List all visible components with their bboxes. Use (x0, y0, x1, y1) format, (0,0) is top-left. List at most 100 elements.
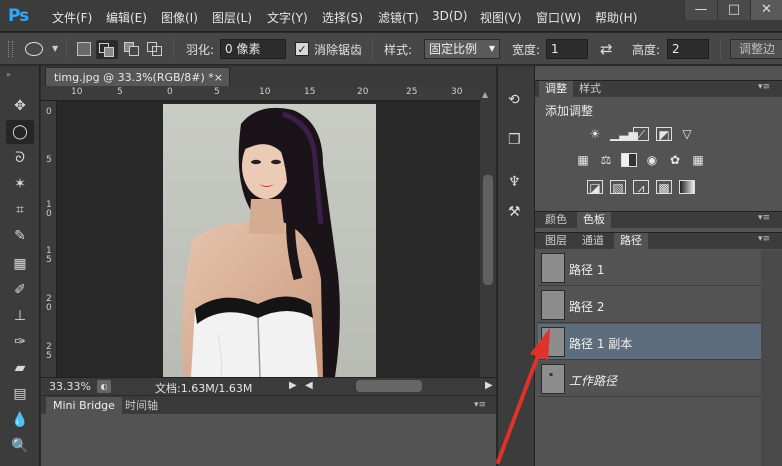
close-window-button[interactable]: ✕ (750, 0, 782, 20)
crop-tool-icon[interactable]: ⌗ (6, 198, 34, 222)
mini-bridge-panel (41, 414, 496, 466)
canvas-area[interactable] (57, 101, 480, 377)
selective-color-icon[interactable]: ▩ (656, 180, 672, 195)
status-menu-arrow-icon[interactable]: ▶ (289, 380, 297, 391)
panel-menu-icon[interactable]: ▾≡ (758, 213, 770, 223)
panel-menu-icon[interactable]: ▾≡ (758, 82, 770, 92)
menu-view[interactable]: 视图(V) (480, 9, 522, 26)
add-selection-icon-b (104, 47, 114, 57)
ruler-tick: 10 (259, 87, 271, 97)
ruler-tick: 0 (46, 107, 52, 117)
menu-type[interactable]: 文字(Y) (267, 9, 308, 26)
path-name: 路径 2 (569, 300, 605, 314)
tab-layers[interactable]: 图层 (539, 233, 573, 249)
scroll-up-icon[interactable]: ▲ (482, 90, 488, 99)
threshold-icon[interactable]: ⩘ (633, 180, 649, 195)
swap-icon[interactable]: ⇄ (600, 40, 613, 58)
menu-image[interactable]: 图像(I) (161, 9, 198, 26)
posterize-icon[interactable]: ▧ (610, 180, 626, 195)
divider (66, 39, 67, 59)
gradient-map-icon[interactable] (679, 180, 695, 194)
curves-icon[interactable]: ⟋ (633, 127, 649, 142)
width-input[interactable]: 1 (546, 39, 588, 59)
levels-icon[interactable]: ▁▃▅ (610, 127, 638, 141)
history-icon[interactable]: ⟲ (508, 92, 520, 108)
eyedropper-tool-icon[interactable]: ✎ (6, 224, 34, 248)
menu-3d[interactable]: 3D(D) (432, 9, 467, 23)
feather-input[interactable]: 0 像素 (220, 39, 286, 59)
move-tool-icon[interactable]: ✥ (6, 94, 34, 118)
horizontal-scroll-thumb[interactable] (356, 380, 422, 392)
tab-swatches[interactable]: 色板 (577, 212, 611, 228)
brightness-contrast-icon[interactable]: ☀ (587, 127, 603, 141)
zoom-level[interactable]: 33.33% (49, 380, 91, 393)
history-brush-tool-icon[interactable]: ✑ (6, 330, 34, 354)
feather-label: 羽化: (186, 43, 215, 57)
add-selection-button[interactable] (96, 40, 118, 59)
tab-styles[interactable]: 样式 (573, 81, 607, 97)
tab-color[interactable]: 颜色 (539, 212, 573, 228)
menu-filter[interactable]: 滤镜(T) (378, 9, 419, 26)
panel-menu-icon[interactable]: ▾≡ (758, 234, 770, 244)
menu-select[interactable]: 选择(S) (322, 9, 363, 26)
path-name: 工作路径 (569, 374, 618, 388)
panel-menu-icon[interactable]: ▾≡ (474, 400, 486, 410)
antialias-checkbox[interactable]: ✓ (295, 42, 309, 56)
tool-presets-icon[interactable]: ⚒ (508, 204, 521, 220)
vertical-scroll-thumb[interactable] (483, 175, 493, 285)
channel-mixer-icon[interactable]: ✿ (667, 153, 683, 167)
collapse-icon[interactable]: » (6, 70, 11, 79)
brush-tool-icon[interactable]: ✐ (6, 278, 34, 302)
elliptical-marquee-tool-icon[interactable]: ◯ (6, 120, 34, 144)
clone-stamp-tool-icon[interactable]: ⊥ (6, 304, 34, 328)
hue-saturation-icon[interactable]: ▦ (575, 153, 591, 167)
eraser-tool-icon[interactable]: ▰ (6, 356, 34, 380)
status-info-icon[interactable]: ◐ (97, 380, 111, 393)
dodge-tool-icon[interactable]: 🔍 (6, 434, 34, 458)
3d-cube-icon[interactable]: ❒ (508, 132, 521, 148)
ruler-tick: 25 (406, 87, 418, 97)
new-selection-icon[interactable] (77, 42, 91, 56)
gradient-tool-icon[interactable]: ▤ (6, 382, 34, 406)
document-tab[interactable]: timg.jpg @ 33.3%(RGB/8#) * × (45, 67, 230, 86)
elliptical-marquee-icon[interactable] (25, 42, 43, 56)
healing-brush-tool-icon[interactable]: ▦ (6, 252, 34, 276)
refine-edge-button[interactable]: 调整边 (730, 39, 782, 59)
list-item[interactable]: ▪ 工作路径 (538, 361, 761, 397)
menu-layer[interactable]: 图层(L) (212, 9, 252, 26)
tab-paths[interactable]: 路径 (614, 233, 648, 249)
intersect-selection-icon[interactable] (147, 42, 163, 56)
invert-icon[interactable]: ◪ (587, 180, 603, 195)
list-item-selected[interactable]: 路径 1 副本 (538, 324, 761, 360)
menu-edit[interactable]: 编辑(E) (106, 9, 147, 26)
menu-file[interactable]: 文件(F) (52, 9, 92, 26)
subtract-selection-icon[interactable] (124, 42, 140, 56)
blur-tool-icon[interactable]: 💧 (6, 408, 34, 432)
tab-channels[interactable]: 通道 (576, 233, 610, 249)
menu-help[interactable]: 帮助(H) (595, 9, 637, 26)
vibrance-icon[interactable]: ▽ (679, 127, 695, 141)
lasso-tool-icon[interactable]: ᘐ (6, 146, 34, 170)
tab-mini-bridge[interactable]: Mini Bridge (46, 397, 122, 414)
ruler-tick: 1 5 (46, 246, 52, 265)
color-lookup-icon[interactable]: ▦ (690, 153, 706, 167)
tab-timeline[interactable]: 时间轴 (118, 397, 165, 414)
brush-presets-icon[interactable]: ♆ (508, 174, 521, 190)
black-white-icon[interactable] (621, 153, 637, 167)
list-item[interactable]: 路径 2 (538, 287, 761, 323)
tab-adjustments[interactable]: 调整 (539, 81, 573, 97)
exposure-icon[interactable]: ◩ (656, 127, 672, 142)
paths-scrollbar[interactable] (761, 250, 782, 466)
chevron-down-icon[interactable]: ▼ (52, 44, 58, 53)
minimize-button[interactable]: — (684, 0, 717, 20)
close-tab-icon[interactable]: × (214, 68, 223, 87)
color-balance-icon[interactable]: ⚖ (598, 153, 614, 167)
menu-window[interactable]: 窗口(W) (536, 9, 581, 26)
height-input[interactable]: 2 (667, 39, 709, 59)
style-select[interactable]: 固定比例 ▼ (424, 39, 500, 59)
maximize-button[interactable]: □ (717, 0, 750, 20)
magic-wand-tool-icon[interactable]: ✶ (6, 172, 34, 196)
list-item[interactable]: 路径 1 (538, 250, 761, 286)
photo-filter-icon[interactable]: ◉ (644, 153, 660, 167)
scroll-left-icon[interactable]: ◀ (305, 380, 313, 391)
